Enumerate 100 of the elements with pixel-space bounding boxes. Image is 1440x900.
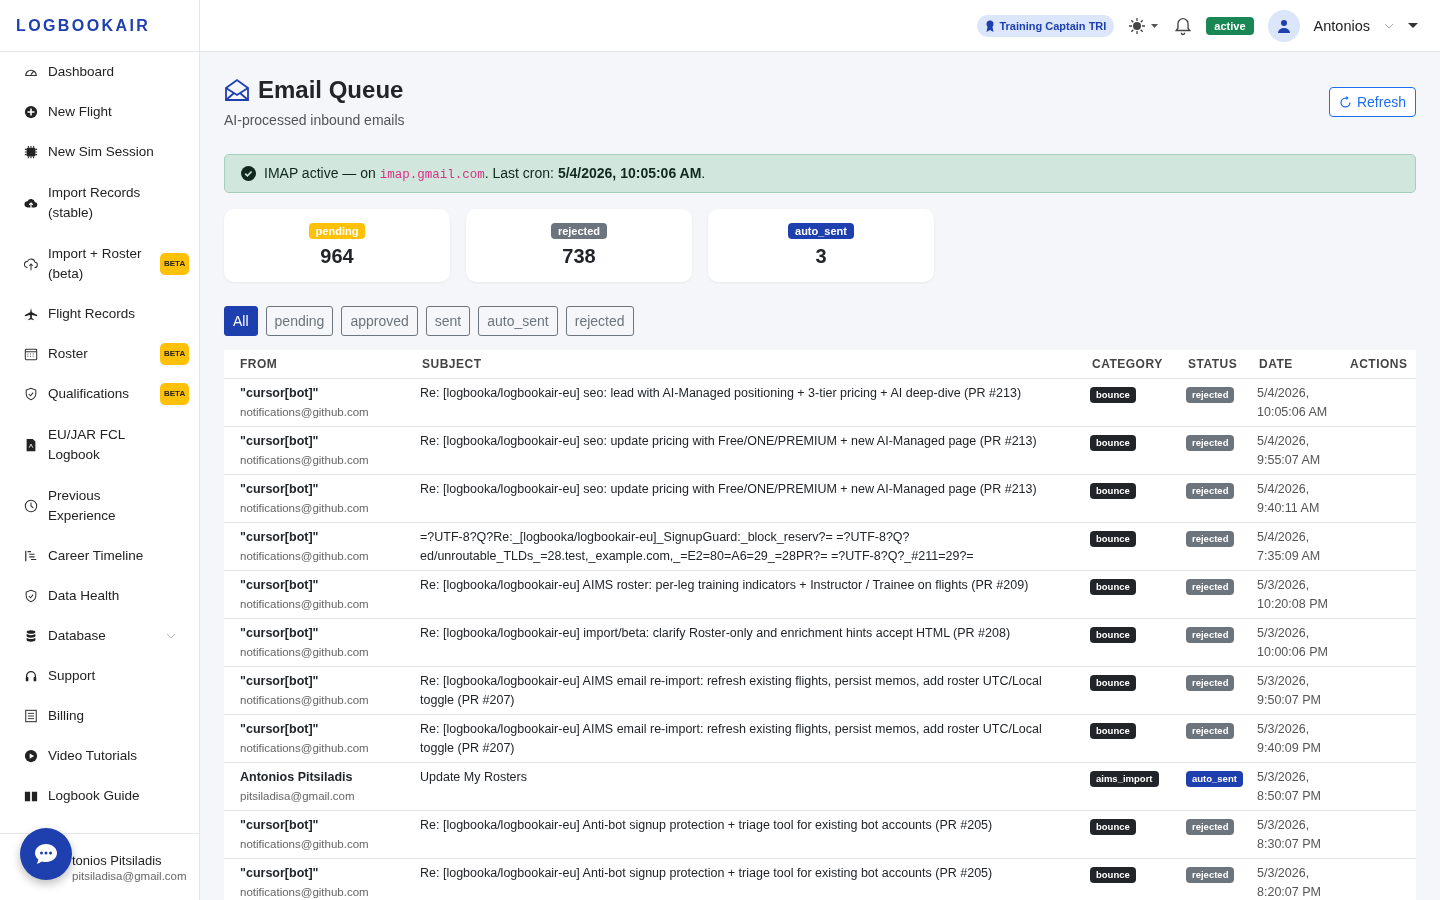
refresh-button[interactable]: Refresh bbox=[1328, 87, 1416, 117]
status-badge: rejected bbox=[1186, 483, 1235, 499]
beta-badge: BETA bbox=[160, 343, 190, 365]
sidebar-item[interactable]: Dashboard bbox=[24, 52, 199, 92]
headset-icon bbox=[24, 669, 38, 683]
sidebar-item[interactable]: New Sim Session bbox=[24, 132, 199, 172]
category-badge: bounce bbox=[1090, 483, 1136, 499]
sidebar-item[interactable]: EU/JAR FCL Logbook bbox=[24, 414, 199, 475]
document-icon bbox=[24, 437, 38, 452]
date-cell: 5/3/2026, 8:20:07 PM bbox=[1251, 858, 1342, 900]
sidebar-item[interactable]: Data Health bbox=[24, 576, 199, 616]
date-cell: 5/3/2026, 10:20:08 PM bbox=[1251, 570, 1342, 619]
sender-email: notifications@github.com bbox=[240, 644, 370, 660]
page-title: Email Queue bbox=[258, 76, 404, 104]
sender-name: "cursor[bot]" bbox=[240, 865, 320, 882]
beta-badge: BETA bbox=[160, 252, 190, 275]
stat-label: pending bbox=[308, 223, 366, 239]
sender-email: notifications@github.com bbox=[240, 836, 370, 852]
airplane-icon bbox=[24, 307, 38, 321]
status-badge: rejected bbox=[1186, 435, 1235, 451]
subject-cell: Re: [logbooka/logbookair-eu] AIMS email re-import: refresh existing flights, persist memos, add roster UTC/Local toggle (PR #207) bbox=[414, 714, 1084, 763]
category-badge: bounce bbox=[1090, 867, 1136, 883]
filter-button[interactable]: pending bbox=[265, 306, 334, 336]
category-badge: bounce bbox=[1090, 675, 1136, 691]
user-email: pitsiladisa@gmail.com bbox=[72, 869, 187, 882]
bell-icon[interactable] bbox=[1174, 16, 1193, 35]
sidebar-item[interactable]: Support bbox=[24, 656, 199, 696]
category-badge: bounce bbox=[1090, 387, 1136, 403]
stat-value: 738 bbox=[562, 245, 596, 268]
imap-status-text: IMAP active — on imap.gmail.com. Last cron: 5/4/2026, 10:05:06 AM. bbox=[264, 165, 706, 182]
sender-email: notifications@github.com bbox=[240, 404, 370, 420]
subject-cell: Re: [logbooka/logbookair-eu] import/beta: clarify Roster-only and enrichment hints accept HTML (PR #208) bbox=[414, 618, 1084, 667]
sender-name: "cursor[bot]" bbox=[240, 481, 320, 498]
sender-name: "cursor[bot]" bbox=[240, 529, 320, 546]
status-badge: active bbox=[1206, 16, 1254, 35]
caret-icon[interactable] bbox=[1408, 22, 1418, 29]
sidebar-item[interactable]: Import + Roster (beta) BETA bbox=[24, 233, 199, 294]
sender-name: "cursor[bot]" bbox=[240, 433, 320, 450]
check-circle-icon bbox=[241, 166, 256, 181]
stat-value: 3 bbox=[815, 245, 827, 268]
sidebar-item[interactable]: Logbook Guide bbox=[24, 776, 199, 816]
brand-logo[interactable]: LOGBOOKAIR bbox=[16, 16, 151, 35]
sender-email: notifications@github.com bbox=[240, 500, 370, 516]
chevron-icon bbox=[1384, 22, 1394, 29]
subject-cell: Re: [logbooka/logbookair-eu] seo: update pricing with Free/ONE/PREMIUM + new AI-Managed page (PR #213) bbox=[414, 426, 1084, 475]
date-cell: 5/4/2026, 7:35:09 AM bbox=[1251, 522, 1342, 571]
sidebar-item[interactable]: Database bbox=[24, 616, 199, 656]
subject-cell: Re: [logbooka/logbookair-eu] seo: update pricing with Free/ONE/PREMIUM + new AI-Managed page (PR #213) bbox=[414, 474, 1084, 523]
filter-button[interactable]: rejected bbox=[565, 306, 634, 336]
refresh-icon bbox=[1338, 95, 1352, 109]
sidebar-item[interactable]: Video Tutorials bbox=[24, 736, 199, 776]
user-menu[interactable]: Antonios bbox=[1313, 17, 1370, 34]
category-badge: bounce bbox=[1090, 531, 1136, 547]
shield-check-icon bbox=[24, 589, 38, 603]
column-header: CATEGORY bbox=[1084, 350, 1180, 379]
sidebar-item[interactable]: New Flight bbox=[24, 92, 199, 132]
sidebar-item[interactable]: Previous Experience bbox=[24, 475, 199, 536]
sender-email: notifications@github.com bbox=[240, 692, 370, 708]
sidebar-item[interactable]: Qualifications BETA bbox=[24, 374, 199, 414]
shield-check-icon bbox=[24, 387, 38, 401]
clock-icon bbox=[24, 498, 38, 513]
category-badge: bounce bbox=[1090, 723, 1136, 739]
date-cell: 5/4/2026, 9:55:07 AM bbox=[1251, 426, 1342, 475]
date-cell: 5/3/2026, 10:00:06 PM bbox=[1251, 618, 1342, 667]
chat-bubble-icon bbox=[34, 843, 58, 865]
sender-email: notifications@github.com bbox=[240, 452, 370, 468]
stat-label: auto_sent bbox=[788, 223, 854, 239]
category-badge: bounce bbox=[1090, 819, 1136, 835]
stat-value: 964 bbox=[320, 245, 354, 268]
user-name: tonios Pitsiladis bbox=[72, 852, 163, 868]
filter-button[interactable]: All bbox=[224, 306, 258, 336]
timeline-icon bbox=[24, 549, 38, 563]
sidebar-item[interactable]: Flight Records bbox=[24, 294, 199, 334]
filter-button[interactable]: auto_sent bbox=[478, 306, 558, 336]
date-cell: 5/3/2026, 8:30:07 PM bbox=[1251, 810, 1342, 859]
category-badge: bounce bbox=[1090, 579, 1136, 595]
sender-email: notifications@github.com bbox=[240, 596, 370, 612]
sender-name: "cursor[bot]" bbox=[240, 673, 320, 690]
sender-name: "cursor[bot]" bbox=[240, 721, 320, 738]
sidebar-item[interactable]: Import Records (stable) bbox=[24, 172, 199, 233]
date-cell: 5/3/2026, 9:50:07 PM bbox=[1251, 666, 1342, 715]
theme-menu-button[interactable] bbox=[1128, 16, 1161, 35]
status-badge: rejected bbox=[1186, 627, 1235, 643]
sidebar-item[interactable]: Roster BETA bbox=[24, 334, 199, 374]
date-cell: 5/3/2026, 9:40:09 PM bbox=[1251, 714, 1342, 763]
status-badge: rejected bbox=[1186, 867, 1235, 883]
filter-button[interactable]: sent bbox=[425, 306, 471, 336]
column-header: SUBJECT bbox=[414, 350, 1084, 379]
role-badge: Training Captain TRI bbox=[977, 14, 1115, 37]
sender-name: "cursor[bot]" bbox=[240, 385, 320, 402]
column-header: STATUS bbox=[1180, 350, 1251, 379]
sun-icon bbox=[1128, 16, 1161, 35]
avatar-icon[interactable] bbox=[1267, 9, 1300, 42]
category-badge: bounce bbox=[1090, 435, 1136, 451]
sidebar-item[interactable]: Billing bbox=[24, 696, 199, 736]
status-badge: rejected bbox=[1186, 531, 1235, 547]
filter-button[interactable]: approved bbox=[341, 306, 418, 336]
chat-button[interactable] bbox=[20, 828, 72, 880]
subject-cell: Re: [logbooka/logbookair-eu] seo: lead with AI-Managed positioning + 3-tier pricing + AI deep-dive (PR #213) bbox=[414, 378, 1084, 427]
sidebar-item[interactable]: Career Timeline bbox=[24, 536, 199, 576]
